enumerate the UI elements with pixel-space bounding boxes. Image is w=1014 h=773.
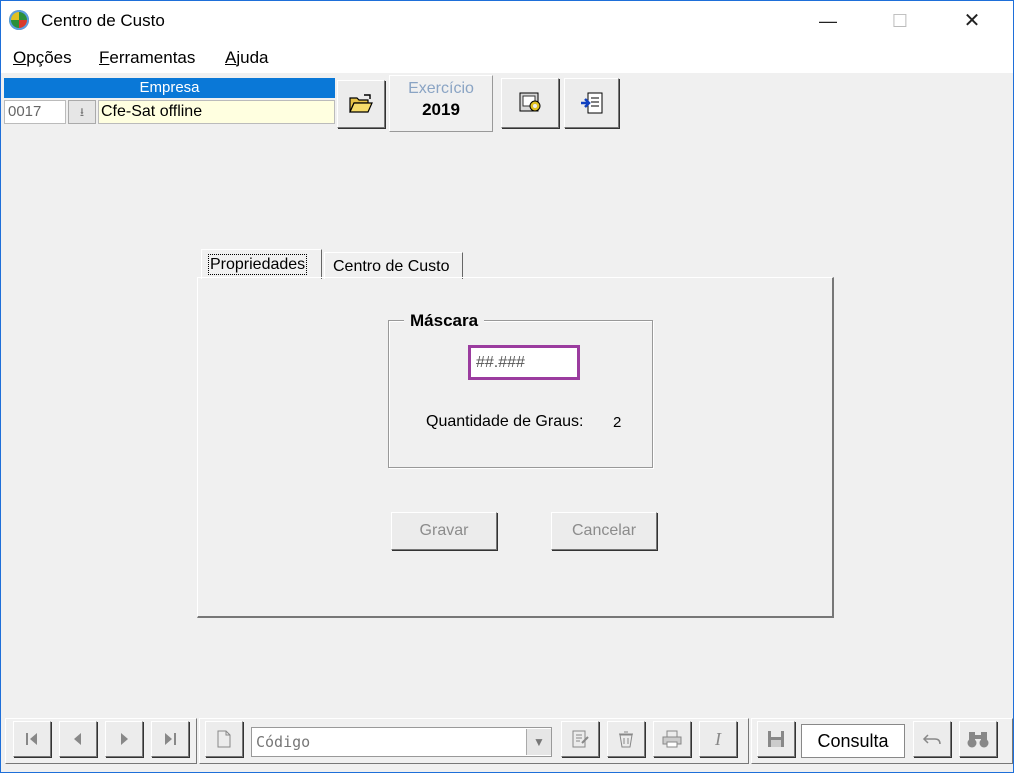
- edit-document-icon: [572, 730, 589, 748]
- menu-ferramentas[interactable]: Ferramentas: [99, 48, 195, 68]
- mascara-group: [388, 320, 653, 468]
- exit-icon: [580, 92, 602, 114]
- graus-label: Quantidade de Graus:: [426, 413, 584, 430]
- title-bar: Centro de Custo — ☐ ✕: [1, 1, 1013, 41]
- maximize-button[interactable]: ☐: [877, 1, 923, 41]
- close-button[interactable]: ✕: [949, 1, 995, 41]
- new-document-icon: [217, 730, 231, 748]
- exit-button[interactable]: [564, 78, 619, 128]
- empresa-code-field[interactable]: 0017: [4, 100, 66, 124]
- print-button[interactable]: [653, 721, 691, 757]
- last-record-button[interactable]: [151, 721, 189, 757]
- printer-icon: [662, 730, 682, 748]
- search-button[interactable]: [959, 721, 997, 757]
- first-icon: [26, 733, 37, 745]
- first-record-button[interactable]: [13, 721, 51, 757]
- next-icon: [121, 733, 128, 745]
- config-icon: [519, 92, 541, 112]
- floppy-disk-icon: [768, 731, 784, 747]
- next-record-button[interactable]: [105, 721, 143, 757]
- previous-icon: [74, 733, 81, 745]
- tab-propriedades[interactable]: Propriedades: [201, 249, 322, 279]
- exercicio-label: Exercício: [408, 80, 474, 97]
- previous-record-button[interactable]: [59, 721, 97, 757]
- gravar-button[interactable]: Gravar: [391, 512, 497, 550]
- info-button[interactable]: I: [699, 721, 737, 757]
- mode-status-field: Consulta: [801, 724, 905, 758]
- empresa-name-field[interactable]: Cfe-Sat offline: [98, 100, 335, 124]
- open-folder-button[interactable]: [337, 80, 385, 128]
- undo-button[interactable]: [913, 721, 951, 757]
- menu-opcoes[interactable]: Opções: [13, 48, 72, 68]
- menu-ajuda[interactable]: Ajuda: [225, 48, 268, 68]
- graus-value: 2: [613, 414, 622, 431]
- cancelar-button[interactable]: Cancelar: [551, 512, 657, 550]
- app-logo-icon: [9, 10, 29, 30]
- binoculars-icon: [967, 732, 989, 748]
- empresa-header: Empresa: [4, 78, 335, 98]
- menu-bar: Opções Ferramentas Ajuda: [1, 41, 1013, 73]
- toolbar: Empresa 0017 ⭳ Cfe-Sat offline Exercício…: [1, 73, 1013, 133]
- trash-icon: [619, 731, 633, 748]
- empresa-dropdown-icon[interactable]: ⭳: [68, 100, 96, 124]
- app-window: Centro de Custo — ☐ ✕ Opções Ferramentas…: [0, 0, 1014, 773]
- exercicio-box: Exercício 2019: [389, 75, 493, 132]
- open-folder-icon: [349, 94, 373, 113]
- codigo-dropdown-icon[interactable]: ▼: [526, 729, 551, 755]
- save-record-button[interactable]: [757, 721, 795, 757]
- info-icon: I: [715, 729, 721, 749]
- minimize-button[interactable]: —: [805, 1, 851, 41]
- undo-icon: [922, 734, 941, 745]
- edit-record-button[interactable]: [561, 721, 599, 757]
- exercicio-value: 2019: [422, 100, 460, 119]
- config-button[interactable]: [501, 78, 559, 128]
- delete-record-button[interactable]: [607, 721, 645, 757]
- mascara-input[interactable]: ##.###: [468, 345, 580, 380]
- last-icon: [165, 733, 176, 745]
- new-record-button[interactable]: [205, 721, 243, 757]
- codigo-select[interactable]: Código: [251, 727, 552, 757]
- window-title: Centro de Custo: [41, 11, 165, 30]
- mascara-title: Máscara: [404, 311, 485, 331]
- tab-centro-de-custo[interactable]: Centro de Custo: [324, 252, 463, 279]
